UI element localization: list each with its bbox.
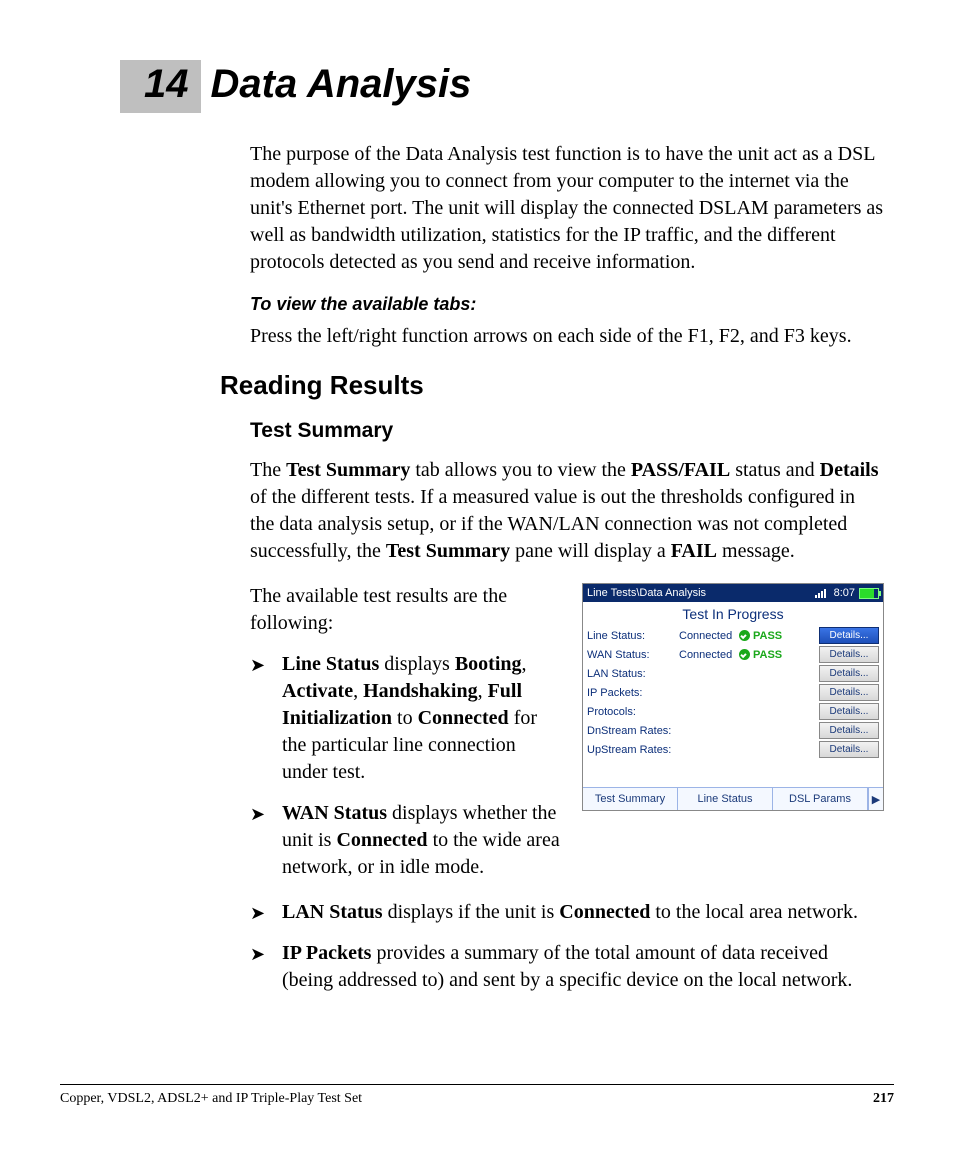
footer-title: Copper, VDSL2, ADSL2+ and IP Triple-Play… (60, 1091, 362, 1107)
page-footer: Copper, VDSL2, ADSL2+ and IP Triple-Play… (60, 1084, 894, 1107)
check-icon (739, 649, 750, 660)
details-button[interactable]: Details... (819, 684, 879, 701)
device-row-status: PASS (739, 630, 801, 642)
device-screenshot: Line Tests\Data Analysis 8:07 Test In Pr… (582, 583, 884, 811)
device-tab-dsl-params[interactable]: DSL Params (773, 788, 868, 810)
device-row-label: LAN Status: (587, 668, 679, 680)
device-tabs: Test Summary Line Status DSL Params ▶ (583, 787, 883, 810)
details-button[interactable]: Details... (819, 722, 879, 739)
device-clock: 8:07 (834, 587, 855, 599)
details-button[interactable]: Details... (819, 627, 879, 644)
chapter-heading: 14 Data Analysis (120, 60, 894, 113)
tabs-subheading: To view the available tabs: (250, 294, 884, 315)
device-status-header: Test In Progress (583, 602, 883, 624)
list-item: LAN Status displays if the unit is Conne… (250, 899, 884, 926)
device-result-row: Protocols: Details... (587, 702, 879, 721)
list-item: WAN Status displays whether the unit is … (250, 800, 564, 881)
details-button[interactable]: Details... (819, 646, 879, 663)
device-tab-line-status[interactable]: Line Status (678, 788, 773, 810)
device-row-label: DnStream Rates: (587, 725, 679, 737)
device-row-label: IP Packets: (587, 687, 679, 699)
device-result-row: WAN Status:ConnectedPASS Details... (587, 645, 879, 664)
section-heading-reading-results: Reading Results (220, 370, 884, 401)
device-tab-test-summary[interactable]: Test Summary (583, 788, 678, 810)
device-result-row: DnStream Rates: Details... (587, 721, 879, 740)
device-result-row: UpStream Rates: Details... (587, 740, 879, 759)
available-results-intro: The available test results are the follo… (250, 583, 564, 637)
intro-paragraph: The purpose of the Data Analysis test fu… (250, 141, 884, 276)
device-row-label: Protocols: (587, 706, 679, 718)
list-item: IP Packets provides a summary of the tot… (250, 940, 884, 994)
device-result-row: Line Status:ConnectedPASS Details... (587, 626, 879, 645)
details-button[interactable]: Details... (819, 741, 879, 758)
signal-icon (815, 588, 826, 598)
check-icon (739, 630, 750, 641)
device-row-label: WAN Status: (587, 649, 679, 661)
device-titlebar: Line Tests\Data Analysis 8:07 (583, 584, 883, 602)
page-number: 217 (873, 1091, 894, 1107)
device-row-label: Line Status: (587, 630, 679, 642)
chapter-number: 14 (120, 60, 201, 113)
device-row-value: Connected (679, 649, 739, 661)
device-breadcrumb: Line Tests\Data Analysis (587, 587, 815, 599)
device-row-status: PASS (739, 649, 801, 661)
subsection-heading-test-summary: Test Summary (250, 419, 884, 443)
device-result-row: IP Packets: Details... (587, 683, 879, 702)
device-row-value: Connected (679, 630, 739, 642)
chapter-title: Data Analysis (211, 62, 472, 107)
device-tab-scroll-right[interactable]: ▶ (868, 788, 883, 810)
device-result-row: LAN Status: Details... (587, 664, 879, 683)
device-row-label: UpStream Rates: (587, 744, 679, 756)
details-button[interactable]: Details... (819, 703, 879, 720)
battery-icon (859, 588, 879, 599)
list-item: Line Status displays Booting, Activate, … (250, 651, 564, 786)
tabs-instruction: Press the left/right function arrows on … (250, 323, 884, 350)
details-button[interactable]: Details... (819, 665, 879, 682)
test-summary-paragraph: The Test Summary tab allows you to view … (250, 457, 884, 565)
